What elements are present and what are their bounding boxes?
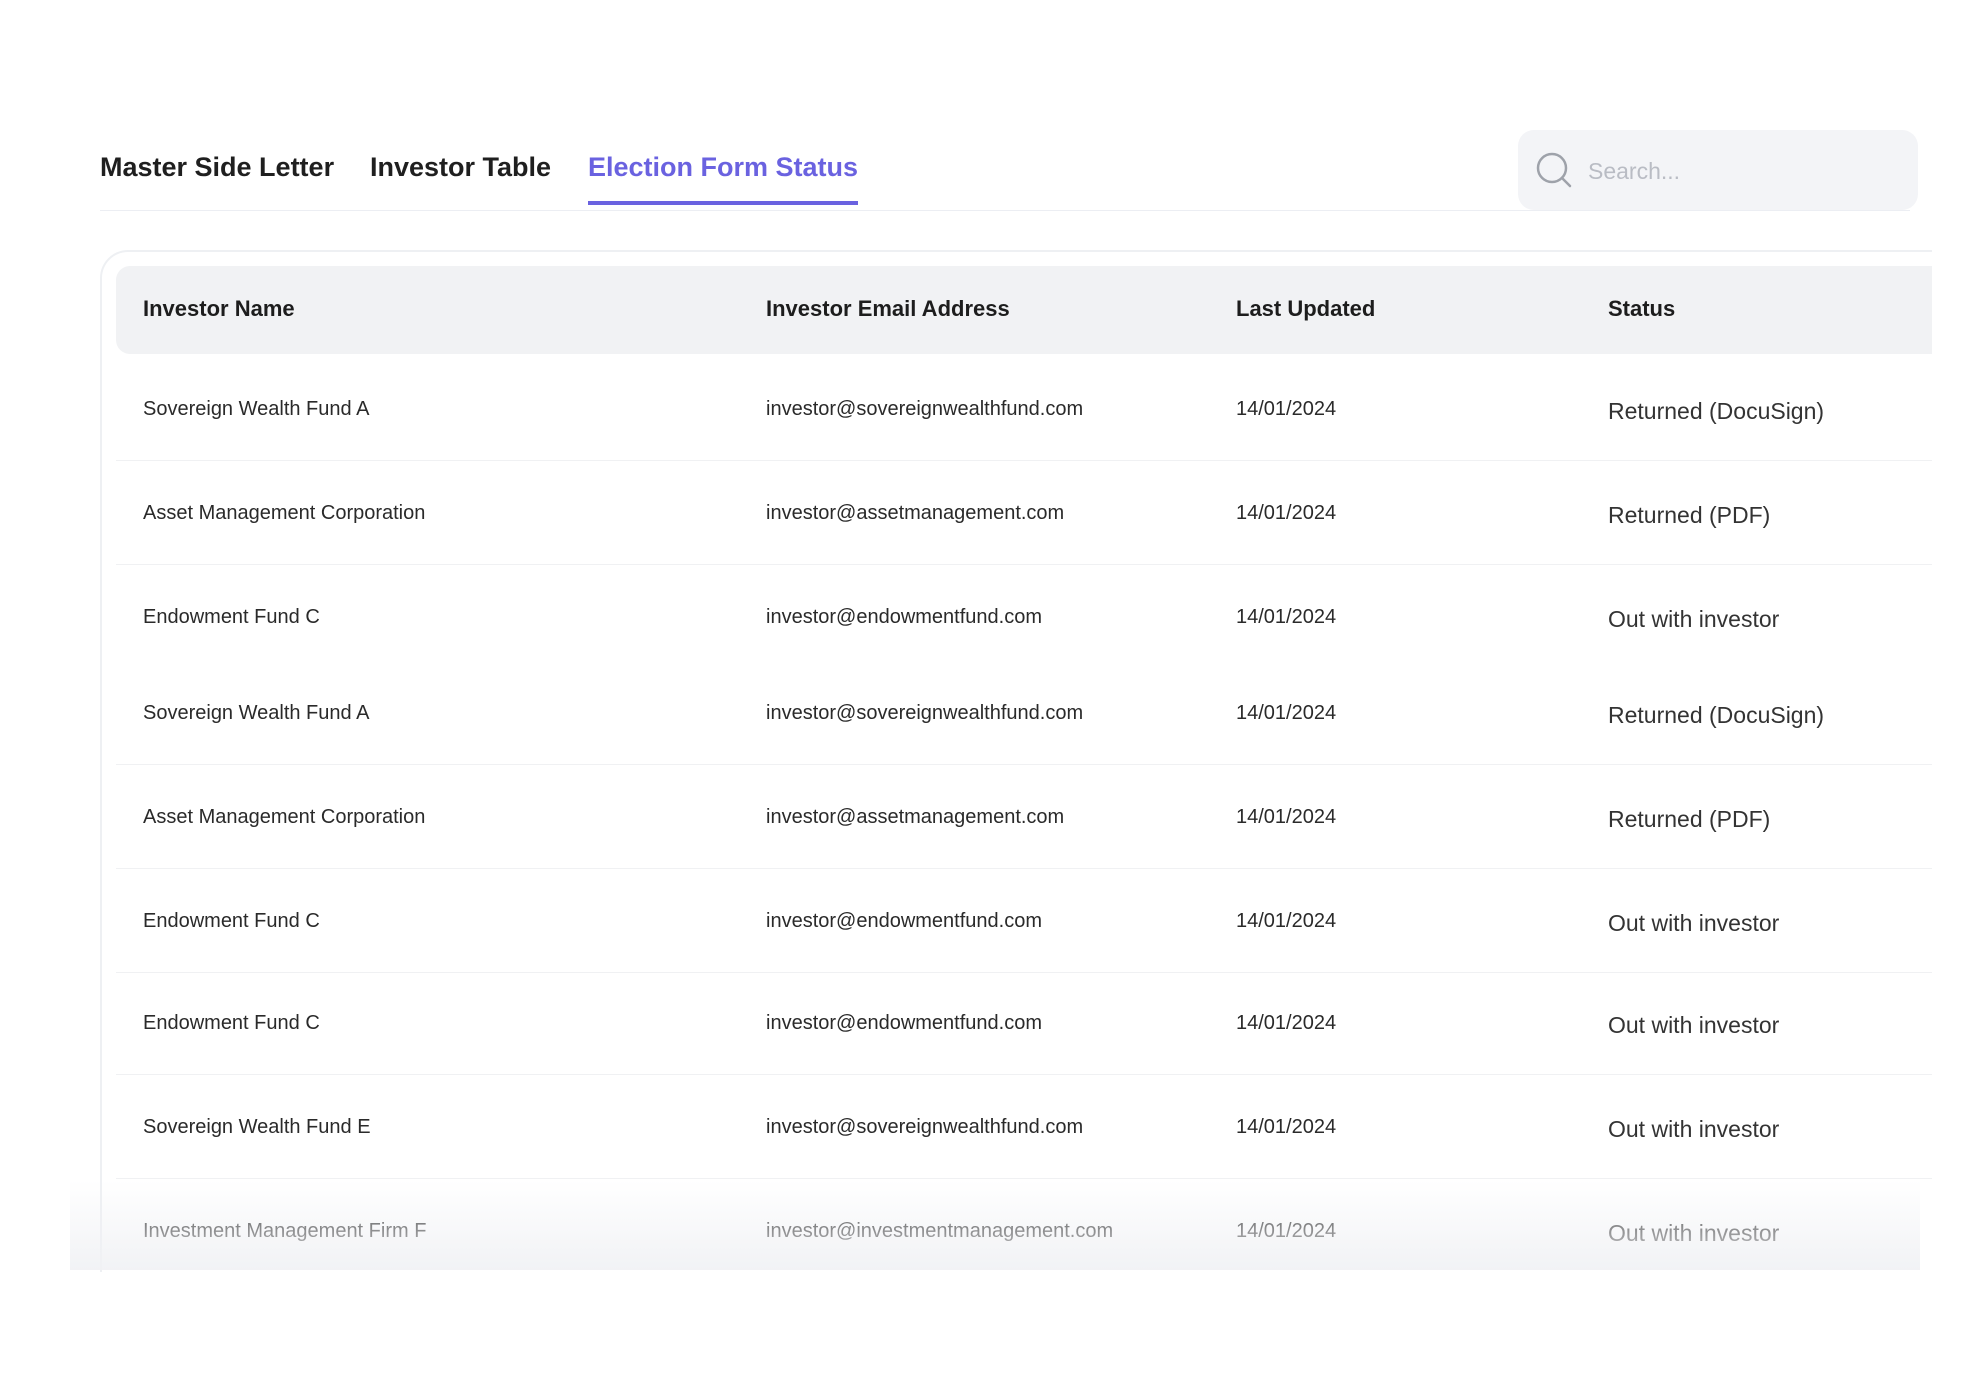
cell-last-updated: 14/01/2024 xyxy=(1236,398,1337,420)
cell-last-updated: 14/01/2024 xyxy=(1236,1116,1337,1138)
cell-last-updated: 14/01/2024 xyxy=(1236,806,1337,828)
table-row[interactable]: Asset Management Corporation investor@as… xyxy=(116,460,1932,565)
cell-investor-name: Sovereign Wealth Fund A xyxy=(143,702,370,724)
table-row[interactable]: Endowment Fund C investor@endowmentfund.… xyxy=(116,564,1932,668)
cell-last-updated: 14/01/2024 xyxy=(1236,702,1337,724)
search-input[interactable] xyxy=(1586,148,1890,194)
cell-status: Out with investor xyxy=(1608,1012,1780,1038)
cell-investor-email: investor@investmentmanagement.com xyxy=(766,1220,1114,1242)
cell-investor-name: Asset Management Corporation xyxy=(143,806,426,828)
tab-master-side-letter[interactable]: Master Side Letter xyxy=(100,152,334,201)
cell-investor-email: investor@assetmanagement.com xyxy=(766,806,1065,828)
cell-status: Returned (PDF) xyxy=(1608,502,1771,528)
cell-status: Out with investor xyxy=(1608,606,1780,632)
header-investor-email[interactable]: Investor Email Address xyxy=(766,296,1010,322)
cell-investor-email: investor@endowmentfund.com xyxy=(766,606,1042,628)
cell-last-updated: 14/01/2024 xyxy=(1236,1012,1337,1034)
cell-status: Out with investor xyxy=(1608,910,1780,936)
cell-investor-name: Endowment Fund C xyxy=(143,1012,320,1034)
cell-last-updated: 14/01/2024 xyxy=(1236,910,1337,932)
table-header: Investor Name Investor Email Address Las… xyxy=(116,266,1932,354)
tab-investor-table[interactable]: Investor Table xyxy=(370,152,551,201)
cell-investor-email: investor@endowmentfund.com xyxy=(766,1012,1042,1034)
election-form-table: Investor Name Investor Email Address Las… xyxy=(100,250,1932,1272)
cell-investor-name: Sovereign Wealth Fund A xyxy=(143,398,370,420)
tab-election-form-status[interactable]: Election Form Status xyxy=(588,152,859,205)
cell-status: Returned (DocuSign) xyxy=(1608,398,1825,424)
cell-investor-email: investor@sovereignwealthfund.com xyxy=(766,1116,1084,1138)
cell-investor-email: investor@endowmentfund.com xyxy=(766,910,1042,932)
cell-last-updated: 14/01/2024 xyxy=(1236,1220,1337,1242)
search-box[interactable] xyxy=(1518,130,1918,210)
page: Master Side Letter Investor Table Electi… xyxy=(0,0,1984,1398)
cell-investor-name: Investment Management Firm F xyxy=(143,1220,427,1242)
table-row[interactable]: Investment Management Firm F investor@in… xyxy=(116,1178,1932,1272)
table-row[interactable]: Sovereign Wealth Fund A investor@soverei… xyxy=(116,660,1932,765)
header-investor-name[interactable]: Investor Name xyxy=(143,296,295,322)
cell-last-updated: 14/01/2024 xyxy=(1236,606,1337,628)
cell-investor-email: investor@assetmanagement.com xyxy=(766,502,1065,524)
cell-status: Returned (PDF) xyxy=(1608,806,1771,832)
cell-investor-name: Asset Management Corporation xyxy=(143,502,426,524)
cell-status: Out with investor xyxy=(1608,1116,1780,1142)
cell-investor-name: Endowment Fund C xyxy=(143,606,320,628)
search-icon xyxy=(1536,152,1572,188)
table-row[interactable]: Sovereign Wealth Fund A investor@soverei… xyxy=(116,356,1932,461)
header-status[interactable]: Status xyxy=(1608,296,1675,322)
table-row[interactable]: Asset Management Corporation investor@as… xyxy=(116,764,1932,869)
cell-status: Returned (DocuSign) xyxy=(1608,702,1825,728)
table-row[interactable]: Endowment Fund C investor@endowmentfund.… xyxy=(116,970,1932,1075)
table-row[interactable]: Endowment Fund C investor@endowmentfund.… xyxy=(116,868,1932,973)
table-row[interactable]: Sovereign Wealth Fund E investor@soverei… xyxy=(116,1074,1932,1179)
cell-investor-email: investor@sovereignwealthfund.com xyxy=(766,702,1084,724)
cell-last-updated: 14/01/2024 xyxy=(1236,502,1337,524)
cell-investor-email: investor@sovereignwealthfund.com xyxy=(766,398,1084,420)
cell-investor-name: Sovereign Wealth Fund E xyxy=(143,1116,371,1138)
cell-status: Out with investor xyxy=(1608,1220,1780,1246)
header-last-updated[interactable]: Last Updated xyxy=(1236,296,1375,322)
cell-investor-name: Endowment Fund C xyxy=(143,910,320,932)
